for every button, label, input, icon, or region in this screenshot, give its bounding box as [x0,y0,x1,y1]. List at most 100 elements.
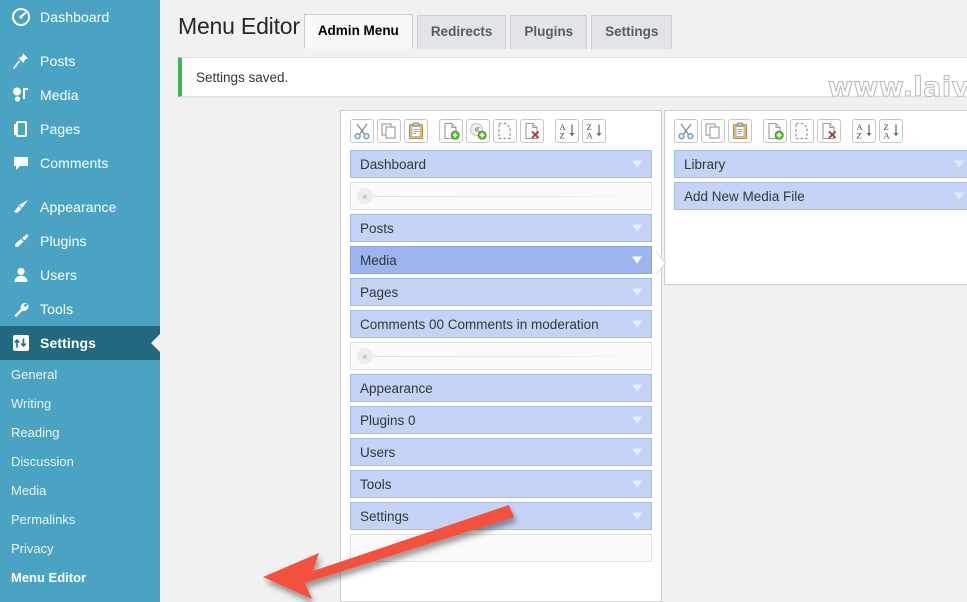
separator-handle-icon[interactable]: « [357,188,373,204]
menu-row-label: Plugins 0 [360,412,416,428]
user-icon [11,265,31,285]
menu-row[interactable]: Dashboard [350,150,652,178]
menu-row-label: Settings [360,508,409,524]
menu-row-label: Add New Media File [684,188,805,204]
cut-icon[interactable] [350,119,374,143]
menu-row[interactable]: Comments 00 Comments in moderation [350,310,652,338]
wrench-icon [11,299,31,319]
sidebar-item-appearance[interactable]: Appearance [0,190,160,224]
tab-redirects[interactable]: Redirects [416,15,507,49]
menu-toolbar: AZZA [341,111,661,150]
menu-row-label: Comments 00 Comments in moderation [360,316,599,332]
pin-icon [11,51,31,71]
chevron-down-icon[interactable] [632,512,642,520]
sidebar-item-label: Dashboard [40,9,110,25]
menu-row[interactable]: Settings [350,502,652,530]
new-separator-icon[interactable] [466,119,490,143]
sidebar-subitem-privacy[interactable]: Privacy [0,534,160,563]
tab-admin-menu[interactable]: Admin Menu [303,14,413,49]
sidebar-subitem-menu-editor[interactable]: Menu Editor [0,563,160,592]
chevron-down-icon[interactable] [632,160,642,168]
brush-icon [11,197,31,217]
status-notice: Settings saved. [178,57,967,97]
page-title: Menu Editor [178,13,300,39]
separator-handle-icon[interactable]: « [357,348,373,364]
paste-icon[interactable] [728,119,752,143]
delete-icon[interactable] [520,119,544,143]
sidebar-subitem-writing[interactable]: Writing [0,389,160,418]
main-content: Menu Editor Admin Menu Redirects Plugins Se… [160,0,967,602]
chevron-down-icon[interactable] [632,256,642,264]
select-icon[interactable] [493,119,517,143]
menu-row[interactable]: Media [350,246,652,274]
sort-az-icon[interactable]: AZ [852,119,876,143]
sidebar-item-users[interactable]: Users [0,258,160,292]
separator-line [374,195,643,197]
menu-drop-area[interactable] [350,534,652,562]
sidebar-subitem-permalinks[interactable]: Permalinks [0,505,160,534]
sidebar-item-label: Appearance [40,199,117,215]
menu-separator[interactable]: « [350,182,652,210]
menu-row-label: Tools [360,476,392,492]
sidebar-item-media[interactable]: Media [0,78,160,112]
submenu-toolbar: AZZA [665,111,967,150]
menu-row[interactable]: Users [350,438,652,466]
menu-items-panel: AZZA Dashboard « Posts Media Pages Comments 0… [340,110,662,602]
new-menu-icon[interactable] [439,119,463,143]
sort-za-icon[interactable]: ZA [879,119,903,143]
chevron-down-icon[interactable] [954,192,964,200]
select-icon[interactable] [790,119,814,143]
tab-bar: Admin Menu Redirects Plugins Settings [303,13,673,49]
menu-row[interactable]: Add New Media File [674,182,967,210]
sidebar-item-comments[interactable]: Comments [0,146,160,180]
paste-icon[interactable] [404,119,428,143]
menu-item-list: Dashboard « Posts Media Pages Comments 00 Com… [341,150,661,562]
sidebar-subitem-reading[interactable]: Reading [0,418,160,447]
menu-row[interactable]: Tools [350,470,652,498]
svg-text:A: A [884,131,891,141]
sidebar-subitem-media[interactable]: Media [0,476,160,505]
sidebar-subitem-discussion[interactable]: Discussion [0,447,160,476]
chevron-down-icon[interactable] [632,416,642,424]
chevron-down-icon[interactable] [632,224,642,232]
tab-plugins[interactable]: Plugins [510,15,588,49]
menu-row-label: Pages [360,284,399,300]
selection-pointer [656,251,666,275]
chevron-down-icon[interactable] [954,160,964,168]
sidebar-item-posts[interactable]: Posts [0,44,160,78]
menu-row[interactable]: Plugins 0 [350,406,652,434]
pages-icon [11,119,31,139]
sidebar-item-tools[interactable]: Tools [0,292,160,326]
copy-icon[interactable] [377,119,401,143]
sidebar-subitem-general[interactable]: General [0,360,160,389]
notice-text: Settings saved. [196,69,289,85]
app-root: Dashboard Posts Media Pages Comments Appearan… [0,0,967,602]
chevron-down-icon[interactable] [632,480,642,488]
sort-az-icon[interactable]: AZ [555,119,579,143]
menu-row[interactable]: Library [674,150,967,178]
copy-icon[interactable] [701,119,725,143]
plug-icon [11,231,31,251]
chevron-down-icon[interactable] [632,384,642,392]
sidebar-item-settings[interactable]: Settings [0,326,161,360]
menu-row[interactable]: Appearance [350,374,652,402]
sidebar-item-pages[interactable]: Pages [0,112,160,146]
menu-row-label: Library [684,156,726,172]
tab-settings[interactable]: Settings [591,15,673,49]
menu-row[interactable]: Posts [350,214,652,242]
delete-icon[interactable] [817,119,841,143]
chevron-down-icon[interactable] [632,448,642,456]
menu-row[interactable]: Pages [350,278,652,306]
new-menu-icon[interactable] [763,119,787,143]
cut-icon[interactable] [674,119,698,143]
sidebar-item-dashboard[interactable]: Dashboard [0,0,160,34]
svg-text:Z: Z [560,131,565,141]
sidebar-item-label: Posts [40,53,76,69]
sidebar-item-plugins[interactable]: Plugins [0,224,160,258]
chevron-down-icon[interactable] [632,288,642,296]
sort-za-icon[interactable]: ZA [582,119,606,143]
sidebar-item-label: Plugins [40,233,87,249]
chevron-down-icon[interactable] [632,320,642,328]
menu-separator[interactable]: « [350,342,652,370]
sidebar-item-label: Tools [40,301,74,317]
